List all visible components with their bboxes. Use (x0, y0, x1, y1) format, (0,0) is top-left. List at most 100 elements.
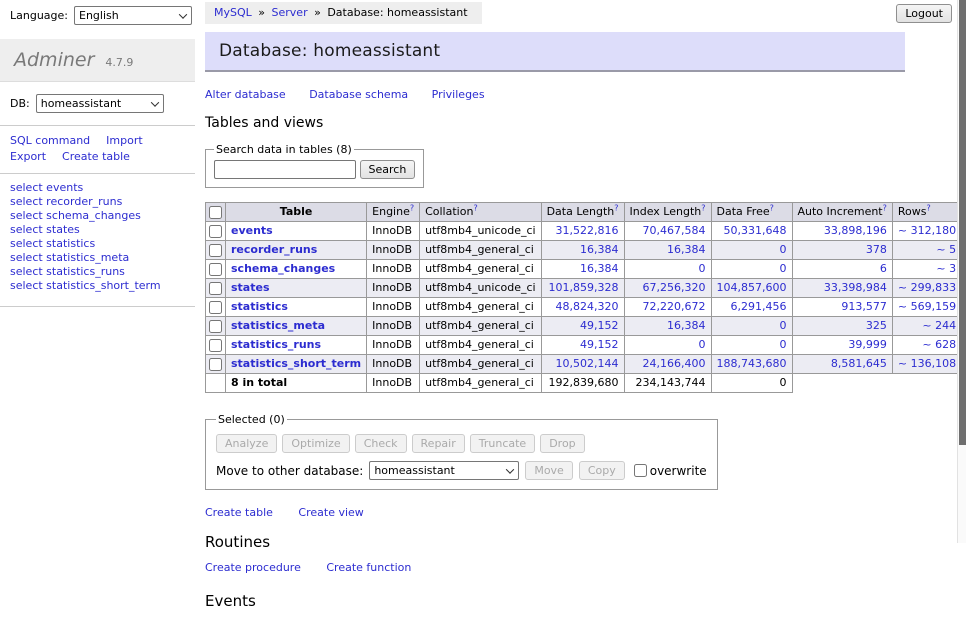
help-icon[interactable]: ? (410, 203, 414, 212)
engine-cell: InnoDB (367, 355, 420, 374)
table-row: statistics InnoDB utf8mb4_general_ci 48,… (206, 298, 966, 317)
data-length-cell: 48,824,320 (541, 298, 624, 317)
rows-count-cell: ~ 3 (892, 260, 961, 279)
overwrite-checkbox[interactable] (634, 464, 647, 477)
total-engine: InnoDB (367, 374, 420, 393)
sidebar-item-select-events[interactable]: select events (10, 182, 185, 195)
create-procedure-link[interactable]: Create procedure (205, 561, 301, 574)
vertical-scrollbar[interactable] (957, 0, 966, 543)
privileges-link[interactable]: Privileges (432, 88, 485, 101)
sidebar-item-select-states[interactable]: select states (10, 224, 185, 237)
copy-button[interactable]: Copy (579, 461, 625, 480)
create-links: Create table Create view (205, 506, 905, 519)
truncate-button[interactable]: Truncate (470, 434, 535, 453)
total-data-length: 192,839,680 (541, 374, 624, 393)
total-data-free: 0 (711, 374, 792, 393)
table-link-statistics-meta[interactable]: statistics_meta (231, 319, 325, 332)
repair-button[interactable]: Repair (412, 434, 465, 453)
sidebar-link-import[interactable]: Import (106, 134, 143, 147)
collation-cell: utf8mb4_general_ci (420, 298, 541, 317)
row-checkbox[interactable] (209, 339, 222, 352)
row-checkbox[interactable] (209, 244, 222, 257)
row-checkbox[interactable] (209, 263, 222, 276)
data-free-cell: 188,743,680 (711, 355, 792, 374)
col-header-index-length: Index Length? (624, 203, 711, 222)
data-free-cell: 0 (711, 317, 792, 336)
logout-button[interactable]: Logout (896, 4, 952, 23)
auto-increment-cell: 6 (792, 260, 892, 279)
language-label: Language: (10, 9, 68, 22)
table-row: states InnoDB utf8mb4_unicode_ci 101,859… (206, 279, 966, 298)
row-checkbox[interactable] (209, 282, 222, 295)
sidebar-item-select-statistics-runs[interactable]: select statistics_runs (10, 266, 185, 279)
search-input[interactable] (214, 160, 356, 179)
breadcrumb-mysql-link[interactable]: MySQL (214, 6, 252, 19)
table-link-statistics-runs[interactable]: statistics_runs (231, 338, 321, 351)
table-row: statistics_short_term InnoDB utf8mb4_gen… (206, 355, 966, 374)
table-link-schema-changes[interactable]: schema_changes (231, 262, 335, 275)
help-icon[interactable]: ? (614, 203, 618, 212)
engine-cell: InnoDB (367, 241, 420, 260)
collation-cell: utf8mb4_general_ci (420, 260, 541, 279)
row-checkbox[interactable] (209, 225, 222, 238)
table-link-recorder-runs[interactable]: recorder_runs (231, 243, 317, 256)
drop-button[interactable]: Drop (540, 434, 584, 453)
db-select[interactable]: homeassistant (36, 94, 164, 113)
database-schema-link[interactable]: Database schema (309, 88, 408, 101)
total-index-length: 234,143,744 (624, 374, 711, 393)
analyze-button[interactable]: Analyze (216, 434, 277, 453)
move-button[interactable]: Move (525, 461, 573, 480)
scrollbar-thumb[interactable] (959, 0, 966, 445)
sidebar-item-select-statistics-meta[interactable]: select statistics_meta (10, 252, 185, 265)
sidebar-item-select-statistics[interactable]: select statistics (10, 238, 185, 251)
create-table-link[interactable]: Create table (205, 506, 273, 519)
move-database-select[interactable]: homeassistant (369, 461, 519, 480)
sidebar-item-select-statistics-short-term[interactable]: select statistics_short_term (10, 280, 185, 293)
collation-cell: utf8mb4_general_ci (420, 317, 541, 336)
table-link-statistics[interactable]: statistics (231, 300, 288, 313)
language-select[interactable]: English (74, 6, 192, 25)
rows-count-cell: ~ 569,159 (892, 298, 961, 317)
help-icon[interactable]: ? (701, 203, 705, 212)
row-checkbox[interactable] (209, 301, 222, 314)
optimize-button[interactable]: Optimize (282, 434, 349, 453)
sidebar-item-select-recorder-runs[interactable]: select recorder_runs (10, 196, 185, 209)
create-view-link[interactable]: Create view (298, 506, 363, 519)
data-length-cell: 49,152 (541, 336, 624, 355)
check-button[interactable]: Check (355, 434, 407, 453)
sidebar-link-create-table[interactable]: Create table (62, 150, 130, 163)
index-length-cell: 16,384 (624, 241, 711, 260)
auto-increment-cell: 325 (792, 317, 892, 336)
move-label: Move to other database: (216, 464, 363, 478)
sidebar-link-sql-command[interactable]: SQL command (10, 134, 90, 147)
create-function-link[interactable]: Create function (326, 561, 411, 574)
help-icon[interactable]: ? (926, 203, 930, 212)
search-button[interactable]: Search (360, 160, 416, 179)
engine-cell: InnoDB (367, 298, 420, 317)
table-link-states[interactable]: states (231, 281, 270, 294)
data-length-cell: 31,522,816 (541, 222, 624, 241)
auto-increment-cell: 8,581,645 (792, 355, 892, 374)
help-icon[interactable]: ? (883, 203, 887, 212)
table-link-statistics-short-term[interactable]: statistics_short_term (231, 357, 361, 370)
row-checkbox[interactable] (209, 358, 222, 371)
table-link-events[interactable]: events (231, 224, 273, 237)
rows-count-cell: ~ 312,180 (892, 222, 961, 241)
breadcrumb-server-link[interactable]: Server (272, 6, 308, 19)
col-header-data-length: Data Length? (541, 203, 624, 222)
alter-database-link[interactable]: Alter database (205, 88, 286, 101)
data-free-cell: 0 (711, 260, 792, 279)
collation-cell: utf8mb4_unicode_ci (420, 279, 541, 298)
help-icon[interactable]: ? (770, 203, 774, 212)
search-fieldset: Search data in tables (8) Search (205, 143, 424, 188)
total-label: 8 in total (226, 374, 367, 393)
select-all-checkbox[interactable] (209, 206, 222, 219)
engine-cell: InnoDB (367, 260, 420, 279)
help-icon[interactable]: ? (473, 203, 477, 212)
sidebar-item-select-schema-changes[interactable]: select schema_changes (10, 210, 185, 223)
row-checkbox[interactable] (209, 320, 222, 333)
chevron-down-icon (179, 10, 187, 18)
sidebar-link-export[interactable]: Export (10, 150, 46, 163)
auto-increment-cell: 39,999 (792, 336, 892, 355)
app-version: 4.7.9 (105, 56, 133, 69)
